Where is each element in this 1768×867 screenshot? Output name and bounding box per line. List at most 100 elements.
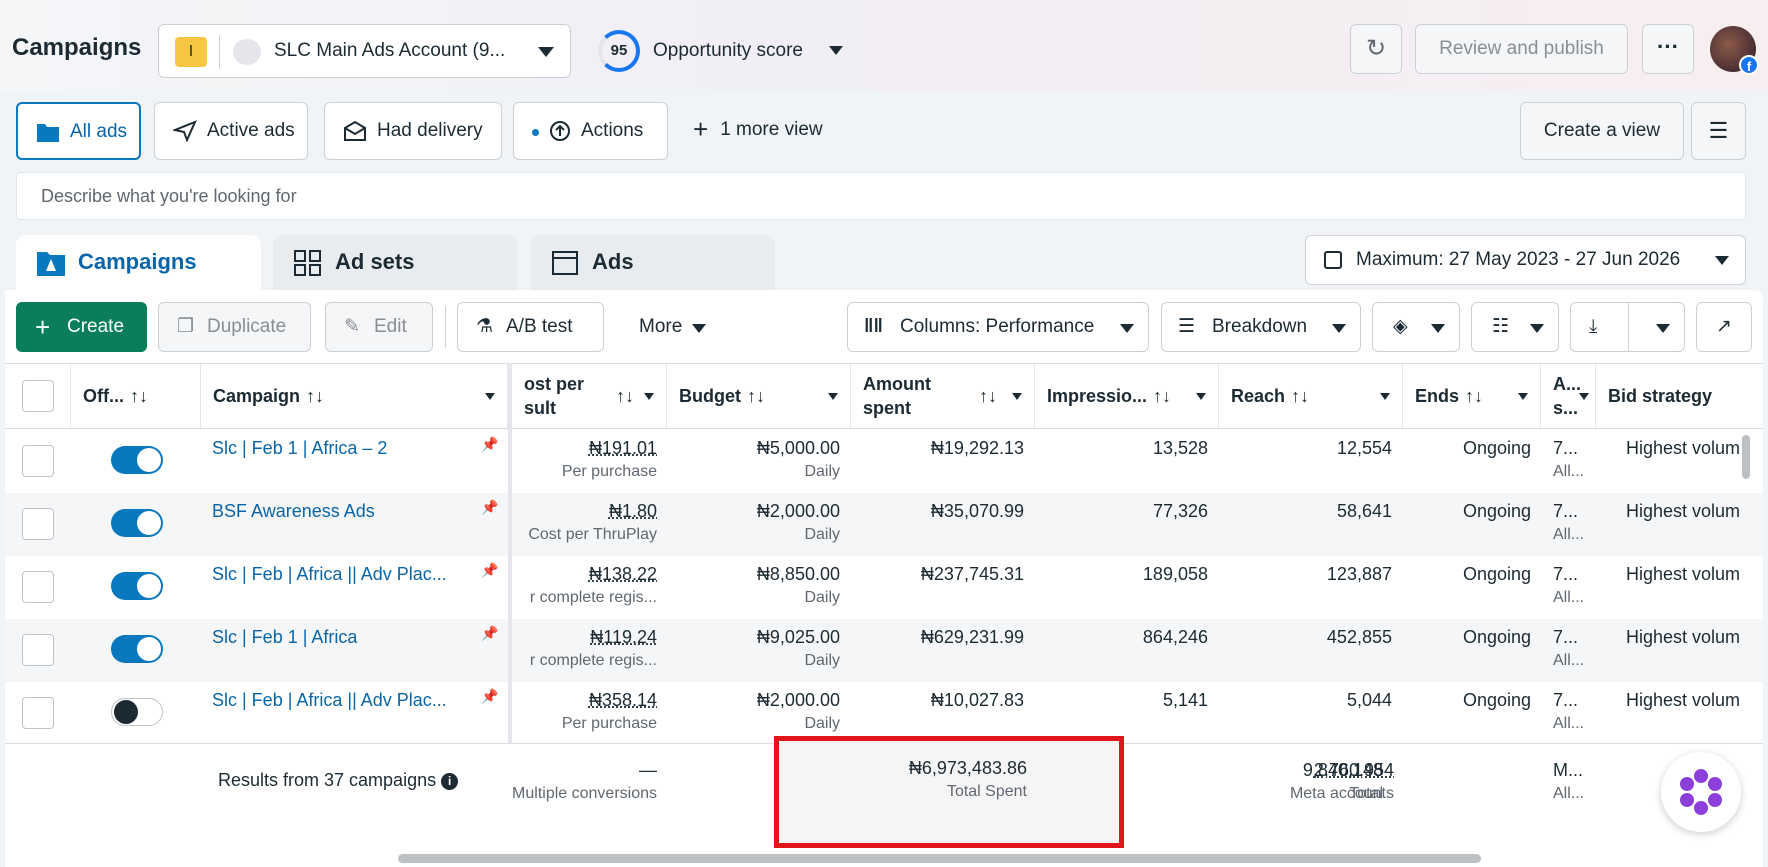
- row-checkbox[interactable]: [22, 445, 54, 477]
- campaign-name-link[interactable]: Slc | Feb 1 | Africa: [212, 625, 357, 649]
- column-reach[interactable]: Reach ↑↓: [1219, 364, 1403, 428]
- attribution-cell: 7... All...: [1553, 625, 1584, 673]
- cost-per-result-cell: ₦191.01 Per purchase: [512, 436, 657, 484]
- sort-icon[interactable]: ↑↓: [306, 386, 324, 406]
- flower-icon: [1680, 769, 1722, 815]
- chevron-down-icon[interactable]: [1196, 393, 1206, 400]
- row-checkbox[interactable]: [22, 508, 54, 540]
- reports-button[interactable]: ☷: [1471, 302, 1559, 352]
- opportunity-score-ring[interactable]: 95: [598, 30, 640, 72]
- campaign-name-link[interactable]: Slc | Feb 1 | Africa – 2: [212, 436, 387, 460]
- campaign-name-link[interactable]: Slc | Feb | Africa || Adv Plac...: [212, 562, 447, 586]
- column-budget[interactable]: Budget ↑↓: [667, 364, 851, 428]
- divider: [219, 35, 220, 69]
- column-cost-per-result[interactable]: ost per sult ↑↓: [512, 364, 667, 428]
- tab-campaigns[interactable]: Campaigns: [16, 235, 261, 293]
- column-attribution[interactable]: A... s...: [1541, 364, 1596, 428]
- more-options-button[interactable]: ···: [1642, 24, 1694, 74]
- chevron-down-icon[interactable]: [1579, 393, 1589, 400]
- column-campaign[interactable]: Campaign ↑↓: [201, 364, 508, 428]
- budget-cell[interactable]: ₦9,025.00 Daily: [667, 625, 840, 673]
- campaign-toggle[interactable]: [111, 572, 163, 600]
- pin-icon[interactable]: 📌: [481, 625, 498, 642]
- cell-sub: Daily: [804, 463, 840, 480]
- row-checkbox[interactable]: [22, 571, 54, 603]
- chevron-down-icon[interactable]: [829, 46, 843, 55]
- cell-value: ₦358.14: [588, 690, 657, 710]
- tab-ad-sets[interactable]: Ad sets: [273, 235, 518, 293]
- sort-icon[interactable]: ↑↓: [979, 384, 997, 408]
- campaign-name-link[interactable]: Slc | Feb | Africa || Adv Plac...: [212, 688, 447, 712]
- columns-button[interactable]: ‖‖ Columns: Performance: [847, 302, 1149, 352]
- layers-button[interactable]: ◈: [1372, 302, 1460, 352]
- table-row[interactable]: Slc | Feb 1 | Africa – 2 📌 ₦191.01 Per purc…: [5, 430, 1763, 493]
- review-and-publish-button[interactable]: Review and publish: [1415, 24, 1628, 74]
- view-actions[interactable]: Actions: [513, 102, 668, 160]
- create-button[interactable]: + Create: [16, 302, 147, 352]
- chevron-down-icon[interactable]: [828, 393, 838, 400]
- campaign-name-link[interactable]: BSF Awareness Ads: [212, 499, 375, 523]
- plus-icon: +: [693, 114, 709, 144]
- duplicate-button[interactable]: ❐ Duplicate: [158, 302, 311, 352]
- chevron-down-icon[interactable]: [1012, 393, 1022, 400]
- opportunity-score-label[interactable]: Opportunity score: [653, 40, 803, 62]
- column-off-on[interactable]: Off... ↑↓: [71, 364, 201, 428]
- cell-value: 7...: [1553, 438, 1579, 458]
- view-all-ads[interactable]: All ads: [16, 102, 141, 160]
- tab-ads[interactable]: Ads: [530, 235, 775, 293]
- column-ends[interactable]: Ends ↑↓: [1403, 364, 1541, 428]
- row-checkbox[interactable]: [22, 697, 54, 729]
- pin-icon[interactable]: 📌: [481, 688, 498, 705]
- column-impressions[interactable]: Impressio... ↑↓: [1035, 364, 1219, 428]
- create-view-button[interactable]: Create a view: [1520, 102, 1684, 160]
- column-bid-strategy[interactable]: Bid strategy: [1596, 364, 1763, 428]
- breakdown-button[interactable]: ☰ Breakdown: [1161, 302, 1361, 352]
- campaign-toggle[interactable]: [111, 698, 163, 726]
- chevron-down-icon[interactable]: [1380, 393, 1390, 400]
- pin-icon[interactable]: 📌: [481, 499, 498, 516]
- sort-icon[interactable]: ↑↓: [747, 386, 765, 406]
- chevron-down-icon[interactable]: [485, 393, 495, 400]
- charts-button[interactable]: ↗: [1696, 302, 1752, 352]
- export-button[interactable]: ⤓: [1570, 302, 1685, 352]
- avatar[interactable]: f: [1710, 26, 1759, 75]
- column-amount-spent[interactable]: Amount spent ↑↓: [851, 364, 1035, 428]
- search-input[interactable]: Describe what you're looking for: [16, 172, 1746, 220]
- edit-button[interactable]: ✎ Edit: [325, 302, 433, 352]
- view-had-delivery[interactable]: Had delivery: [324, 102, 502, 160]
- refresh-icon: ↻: [1365, 35, 1387, 62]
- vertical-scrollbar[interactable]: [1742, 435, 1750, 479]
- campaign-toggle[interactable]: [111, 635, 163, 663]
- table-row[interactable]: BSF Awareness Ads 📌 ₦1.80 Cost per ThruPlay…: [5, 493, 1763, 556]
- pin-icon[interactable]: 📌: [481, 562, 498, 579]
- budget-cell[interactable]: ₦5,000.00 Daily: [667, 436, 840, 484]
- refresh-button[interactable]: ↻: [1350, 24, 1402, 74]
- sort-icon[interactable]: ↑↓: [1153, 386, 1171, 406]
- sort-icon[interactable]: ↑↓: [1291, 386, 1309, 406]
- budget-cell[interactable]: ₦8,850.00 Daily: [667, 562, 840, 610]
- campaign-toggle[interactable]: [111, 446, 163, 474]
- row-checkbox[interactable]: [22, 634, 54, 666]
- more-views-button[interactable]: +1 more view: [693, 114, 823, 145]
- more-menu-button[interactable]: More: [616, 302, 721, 352]
- date-range-picker[interactable]: Maximum: 27 May 2023 - 27 Jun 2026: [1305, 235, 1746, 285]
- campaign-toggle[interactable]: [111, 509, 163, 537]
- pin-icon[interactable]: 📌: [481, 436, 498, 453]
- select-all-checkbox[interactable]: [22, 380, 54, 412]
- table-row[interactable]: Slc | Feb 1 | Africa 📌 ₦119.24 r complete r…: [5, 619, 1763, 682]
- info-icon[interactable]: i: [441, 773, 459, 790]
- ai-assistant-button[interactable]: [1661, 752, 1741, 832]
- filter-settings-button[interactable]: ☰: [1691, 102, 1746, 160]
- chevron-down-icon[interactable]: [1518, 393, 1528, 400]
- chevron-down-icon[interactable]: [644, 393, 654, 400]
- sort-icon[interactable]: ↑↓: [616, 384, 634, 408]
- sort-icon[interactable]: ↑↓: [1465, 386, 1483, 406]
- horizontal-scrollbar[interactable]: [398, 854, 1481, 863]
- budget-cell[interactable]: ₦2,000.00 Daily: [667, 688, 840, 736]
- account-selector[interactable]: I SLC Main Ads Account (9...: [158, 24, 571, 78]
- budget-cell[interactable]: ₦2,000.00 Daily: [667, 499, 840, 547]
- view-active-ads[interactable]: Active ads: [154, 102, 308, 160]
- ab-test-button[interactable]: ⚗ A/B test: [457, 302, 604, 352]
- sort-icon[interactable]: ↑↓: [130, 386, 148, 406]
- table-row[interactable]: Slc | Feb | Africa || Adv Plac... 📌 ₦138.2…: [5, 556, 1763, 619]
